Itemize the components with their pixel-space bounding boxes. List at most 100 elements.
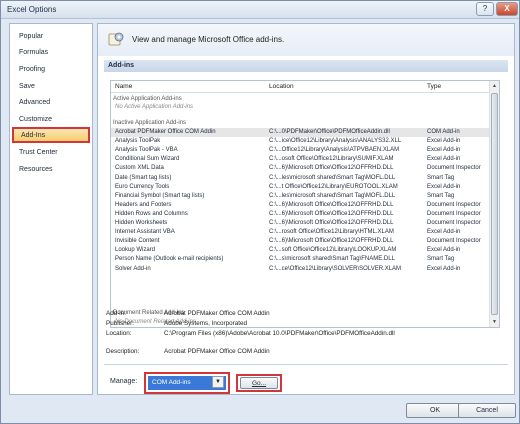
addin-type: Document Inspector	[427, 165, 481, 172]
excel-options-dialog: Excel Options ? X Popular Formulas Proof…	[0, 0, 520, 424]
column-type[interactable]: Type	[427, 83, 441, 90]
addin-name: Analysis ToolPak - VBA	[115, 147, 178, 154]
addin-name: Custom XML Data	[115, 165, 164, 172]
addin-name: Euro Currency Tools	[115, 183, 170, 190]
group-active: Active Application Add-ins	[113, 96, 182, 102]
list-scrollbar[interactable]: ▲ ▼	[489, 81, 499, 327]
addin-location: C:\...6)\Microsoft Office\Office12\OFFRH…	[269, 201, 394, 208]
column-location[interactable]: Location	[269, 83, 294, 90]
panel-header: View and manage Microsoft Office add-ins…	[98, 24, 514, 56]
addin-name: Lookup Wizard	[115, 247, 156, 254]
addin-location: C:\...6)\Microsoft Office\Office12\OFFRH…	[269, 165, 394, 172]
ok-button[interactable]: OK	[406, 403, 464, 418]
detail-description-label: Description:	[106, 348, 140, 355]
nav-item-advanced[interactable]: Advanced	[12, 96, 90, 110]
manage-label: Manage:	[110, 378, 138, 385]
addin-type: Document Inspector	[427, 238, 481, 245]
addin-row[interactable]: Lookup Wizard C:\...soft Office\Office12\…	[111, 246, 489, 255]
addin-type: Excel Add-in	[427, 183, 461, 190]
addin-type: Smart Tag	[427, 192, 455, 199]
go-button-highlight: Go...	[236, 374, 282, 392]
window-title: Excel Options	[7, 5, 57, 14]
addin-type: Excel Add-in	[427, 138, 461, 145]
addin-name: Headers and Footers	[115, 201, 172, 208]
addin-location: C:\...6)\Microsoft Office\Office12\OFFRH…	[269, 220, 394, 226]
chevron-down-icon[interactable]: ▼	[212, 376, 224, 388]
addin-location: C:\...rosoft Office\Office12\Library\HTM…	[269, 229, 394, 236]
addin-type: Document Inspector	[427, 210, 481, 217]
addin-location: C:\...t Office\Office12\Library\EUROTOOL…	[269, 183, 398, 190]
nav-item-save[interactable]: Save	[12, 80, 90, 94]
nav-item-formulas[interactable]: Formulas	[12, 46, 90, 60]
addin-row[interactable]: Financial Symbol (Smart tag lists) C:\...…	[111, 192, 489, 201]
addin-type: Excel Add-in	[427, 247, 461, 254]
addin-row[interactable]: Analysis ToolPak - VBA C:\...Office12\Lib…	[111, 146, 489, 155]
addin-type: Excel Add-in	[427, 265, 461, 272]
addin-type: Document Inspector	[427, 220, 481, 226]
panel-header-text: View and manage Microsoft Office add-ins…	[132, 35, 285, 44]
addin-name: Hidden Worksheets	[115, 220, 168, 226]
scroll-thumb[interactable]	[491, 93, 498, 315]
addins-gear-icon	[108, 32, 124, 46]
group-inactive: Inactive Application Add-ins	[113, 120, 187, 126]
nav-item-add-ins[interactable]: Add-Ins	[12, 127, 90, 143]
scroll-up-icon[interactable]: ▲	[492, 83, 497, 89]
help-button[interactable]: ?	[476, 2, 494, 16]
addin-location: C:\...s\microsoft shared\Smart Tag\FNAME…	[269, 256, 395, 263]
manage-combo-highlight: COM Add-ins ▼	[144, 372, 230, 394]
nav-item-resources[interactable]: Resources	[12, 163, 90, 177]
add-ins-panel: View and manage Microsoft Office add-ins…	[97, 23, 515, 395]
addin-row[interactable]: Internet Assistant VBA C:\...rosoft Offic…	[111, 228, 489, 237]
title-bar: Excel Options ? X	[1, 1, 519, 19]
scroll-down-icon[interactable]: ▼	[492, 319, 497, 325]
addin-type: Excel Add-in	[427, 229, 461, 236]
addin-row[interactable]: Analysis ToolPak C:\...ice\Office12\Libra…	[111, 137, 489, 146]
addin-row[interactable]: Solver Add-in C:\...ce\Office12\Library\S…	[111, 265, 489, 274]
addin-row[interactable]: Invisible Content C:\...6)\Microsoft Offi…	[111, 237, 489, 246]
go-button[interactable]: Go...	[240, 377, 278, 389]
addin-type: Document Inspector	[427, 201, 481, 208]
addin-name: Invisible Content	[115, 238, 160, 245]
addin-type: Excel Add-in	[427, 147, 461, 154]
addin-location: C:\...osoft Office\Office12\Library\SUMI…	[269, 156, 394, 163]
addin-name: Person Name (Outlook e-mail recipients)	[115, 256, 224, 263]
addin-name: Conditional Sum Wizard	[115, 156, 180, 163]
detail-addin-value: Acrobat PDFMaker Office COM Addin	[164, 310, 270, 317]
cancel-button[interactable]: Cancel	[458, 403, 516, 418]
nav-item-trust-center[interactable]: Trust Center	[12, 146, 90, 160]
addin-row[interactable]: Hidden Rows and Columns C:\...6)\Microsof…	[111, 210, 489, 219]
addin-name: Hidden Rows and Columns	[115, 210, 188, 217]
addin-row[interactable]: Acrobat PDFMaker Office COM Addin C:\...0…	[111, 128, 489, 137]
nav-item-customize[interactable]: Customize	[12, 113, 90, 127]
addin-row[interactable]: Headers and Footers C:\...6)\Microsoft Of…	[111, 201, 489, 210]
divider	[104, 364, 508, 365]
addin-name: Solver Add-in	[115, 265, 151, 272]
addin-row[interactable]: Conditional Sum Wizard C:\...osoft Office…	[111, 155, 489, 164]
add-ins-section-title: Add-ins	[104, 60, 508, 72]
addin-row[interactable]: Custom XML Data C:\...6)\Microsoft Office…	[111, 164, 489, 173]
addin-location: C:\...les\microsoft shared\Smart Tag\MOF…	[269, 174, 396, 181]
addin-type: COM Add-in	[427, 129, 460, 135]
addin-row[interactable]: Euro Currency Tools C:\...t Office\Office…	[111, 183, 489, 192]
addin-row[interactable]: Hidden Worksheets C:\...6)\Microsoft Offi…	[111, 219, 489, 228]
detail-addin-label: Add-in:	[106, 310, 126, 317]
nav-item-proofing[interactable]: Proofing	[12, 63, 90, 77]
detail-publisher-value: Adobe Systems, Incorporated	[164, 320, 247, 327]
addin-type: Smart Tag	[427, 256, 455, 263]
addin-location: C:\...ce\Office12\Library\SOLVER\SOLVER.…	[269, 265, 402, 272]
column-name[interactable]: Name	[115, 83, 132, 90]
addin-row[interactable]: Person Name (Outlook e-mail recipients) C…	[111, 255, 489, 264]
nav-item-popular[interactable]: Popular	[12, 30, 90, 44]
addin-name: Acrobat PDFMaker Office COM Addin	[115, 129, 216, 135]
close-button[interactable]: X	[496, 2, 518, 16]
detail-description-value: Acrobat PDFMaker Office COM Addin	[164, 348, 270, 355]
add-ins-list[interactable]: Name Location Type Active Application Ad…	[110, 80, 500, 328]
detail-location-label: Location:	[106, 330, 132, 337]
addin-type: Smart Tag	[427, 174, 455, 181]
options-nav: Popular Formulas Proofing Save Advanced …	[9, 23, 93, 395]
detail-location-value: C:\Program Files (x86)\Adobe\Acrobat 10.…	[164, 330, 395, 337]
addin-name: Internet Assistant VBA	[115, 229, 175, 236]
addin-location: C:\...6)\Microsoft Office\Office12\OFFRH…	[269, 238, 394, 245]
addin-location: C:\...ice\Office12\Library\Analysis\ANAL…	[269, 138, 402, 145]
addin-row[interactable]: Date (Smart tag lists) C:\...les\microsof…	[111, 174, 489, 183]
